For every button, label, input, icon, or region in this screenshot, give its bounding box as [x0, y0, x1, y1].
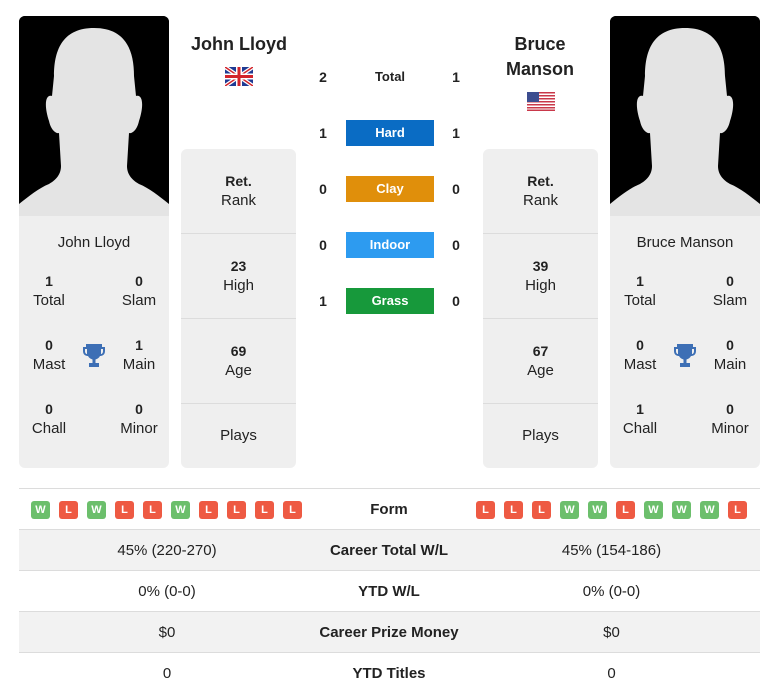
stats-row: 0 YTD Titles 0 [19, 652, 760, 693]
form-loss-badge[interactable]: L [476, 501, 495, 519]
form-loss-badge[interactable]: L [616, 501, 635, 519]
uk-flag-icon [225, 67, 253, 86]
form-loss-badge[interactable]: L [227, 501, 246, 519]
h2h-clay-row: 0 Clay 0 [300, 176, 480, 202]
form-loss-badge[interactable]: L [59, 501, 78, 519]
player1-card-name: John Lloyd [57, 234, 131, 251]
titles-chall: 1 Chall [622, 401, 658, 437]
h2h-total-row: 2 Total 1 [300, 64, 480, 90]
player1-age: 69 Age [181, 319, 296, 404]
player2-plays: Plays [522, 427, 559, 444]
stats-row: 45% (220-270) Career Total W/L 45% (154-… [19, 529, 760, 570]
player2-card: Bruce Manson 1 Total 0 Slam 0 Mast 0 Mai… [610, 216, 760, 468]
form-win-badge[interactable]: W [31, 501, 50, 519]
form-loss-badge[interactable]: L [143, 501, 162, 519]
form-loss-badge[interactable]: L [115, 501, 134, 519]
form-win-badge[interactable]: W [560, 501, 579, 519]
form-row: WLWLLWLLLL Form LLLWWLWWWL [19, 488, 760, 529]
stats-row: 0% (0-0) YTD W/L 0% (0-0) [19, 570, 760, 611]
titles-mast: 0 Mast [32, 337, 66, 373]
titles-total: 1 Total [33, 273, 65, 309]
trophy-icon [674, 344, 696, 367]
titles-minor: 0 Minor [120, 401, 158, 437]
titles-main: 0 Main [713, 337, 747, 373]
us-flag-icon [527, 92, 555, 111]
player1-info: Ret. Rank 23 High 69 Age Plays [181, 149, 296, 468]
form-loss-badge[interactable]: L [532, 501, 551, 519]
titles-minor: 0 Minor [711, 401, 749, 437]
h2h-grass-row: 1 Grass 0 [300, 288, 480, 314]
player2-form: LLLWWLWWWL [476, 501, 747, 519]
titles-slam: 0 Slam [121, 273, 157, 309]
silhouette-icon [19, 16, 169, 216]
player2-info: Ret. Rank 39 High 67 Age Plays [483, 149, 598, 468]
surface-indoor-badge: Indoor [346, 232, 434, 258]
player2-photo [610, 16, 760, 216]
player1-form: WLWLLWLLLL [31, 501, 302, 519]
form-label: Form [370, 501, 408, 518]
titles-mast: 0 Mast [623, 337, 657, 373]
stats-table: WLWLLWLLLL Form LLLWWLWWWL 45% (220-270)… [19, 488, 760, 693]
player2-age: 67 Age [483, 319, 598, 404]
form-win-badge[interactable]: W [700, 501, 719, 519]
h2h-hard-row: 1 Hard 1 [300, 120, 480, 146]
form-win-badge[interactable]: W [171, 501, 190, 519]
player1-plays: Plays [220, 427, 257, 444]
player1-photo [19, 16, 169, 216]
player2-rank: Ret. Rank [483, 149, 598, 234]
titles-chall: 0 Chall [31, 401, 67, 437]
h2h-total-label: Total [374, 69, 406, 84]
player1-card: John Lloyd 1 Total 0 Slam 0 Mast 1 Main … [19, 216, 169, 468]
player1-name[interactable]: John Lloyd [164, 32, 314, 57]
player2-high: 39 High [483, 234, 598, 319]
player1-high: 23 High [181, 234, 296, 319]
form-win-badge[interactable]: W [87, 501, 106, 519]
player1-rank: Ret. Rank [181, 149, 296, 234]
form-loss-badge[interactable]: L [255, 501, 274, 519]
form-win-badge[interactable]: W [644, 501, 663, 519]
surface-clay-badge: Clay [346, 176, 434, 202]
surface-grass-badge: Grass [346, 288, 434, 314]
player1-titles: 1 Total 0 Slam 0 Mast 1 Main 0 Chall 0 M… [19, 271, 169, 461]
form-loss-badge[interactable]: L [504, 501, 523, 519]
form-win-badge[interactable]: W [672, 501, 691, 519]
silhouette-icon [610, 16, 760, 216]
form-loss-badge[interactable]: L [283, 501, 302, 519]
h2h-indoor-row: 0 Indoor 0 [300, 232, 480, 258]
surface-hard-badge: Hard [346, 120, 434, 146]
trophy-icon [83, 344, 105, 367]
player2-titles: 1 Total 0 Slam 0 Mast 0 Main 1 Chall 0 M… [610, 271, 760, 461]
titles-total: 1 Total [624, 273, 656, 309]
titles-slam: 0 Slam [712, 273, 748, 309]
form-win-badge[interactable]: W [588, 501, 607, 519]
player2-card-name: Bruce Manson [636, 234, 734, 251]
form-loss-badge[interactable]: L [728, 501, 747, 519]
titles-main: 1 Main [122, 337, 156, 373]
stats-row: $0 Career Prize Money $0 [19, 611, 760, 652]
player2-name[interactable]: Bruce Manson [465, 32, 615, 82]
form-loss-badge[interactable]: L [199, 501, 218, 519]
